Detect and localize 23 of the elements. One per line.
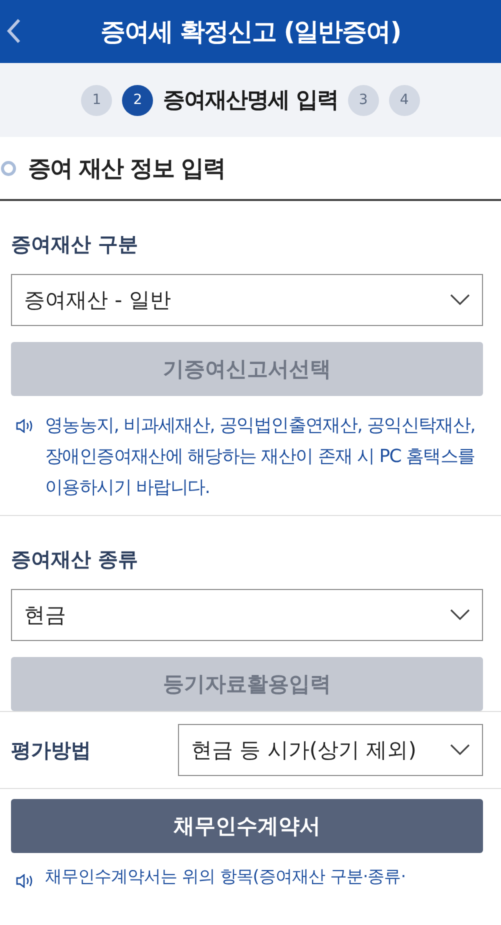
dropdown-field[interactable]: 현금 등 시가(상기 제외) [178,724,483,776]
chevron-down-icon [450,744,470,756]
chevron-down-icon [450,609,470,621]
speaker-icon [15,874,35,888]
back-icon[interactable] [6,18,22,44]
field-label: 증여재산 종류 [11,546,139,573]
chevron-down-icon [450,294,470,306]
step-number: 1 [81,84,112,116]
action-button[interactable]: 채무인수계약서 [11,799,483,853]
field-label: 증여재산 구분 [11,231,139,258]
dropdown-field[interactable]: 증여재산 - 일반 [11,274,483,326]
bullet-icon [1,160,16,176]
dropdown-field[interactable]: 현금 [11,589,483,641]
step-number: 3 [348,84,379,116]
section-title: 증여 재산 정보 입력 [28,154,226,184]
page-title: 증여세 확정신고 (일반증여) [100,16,401,48]
notice-text: 영농농지, 비과세재산, 공익법인출연재산, 공익신탁재산, 장애인증여재산에 해당하는 재산이 존재 시 PC 홈택스를 이용하시기 바랍니다. [45,414,476,500]
notice-text: 채무인수계약서는 위의 항목(증여재산 구분·종류· [45,866,406,889]
field-label: 평가방법 [11,736,92,764]
step-number: 2 [122,84,154,116]
step-number: 4 [388,84,420,116]
step-label: 증여재산명세 입력 [163,87,338,115]
speaker-icon [15,419,35,433]
